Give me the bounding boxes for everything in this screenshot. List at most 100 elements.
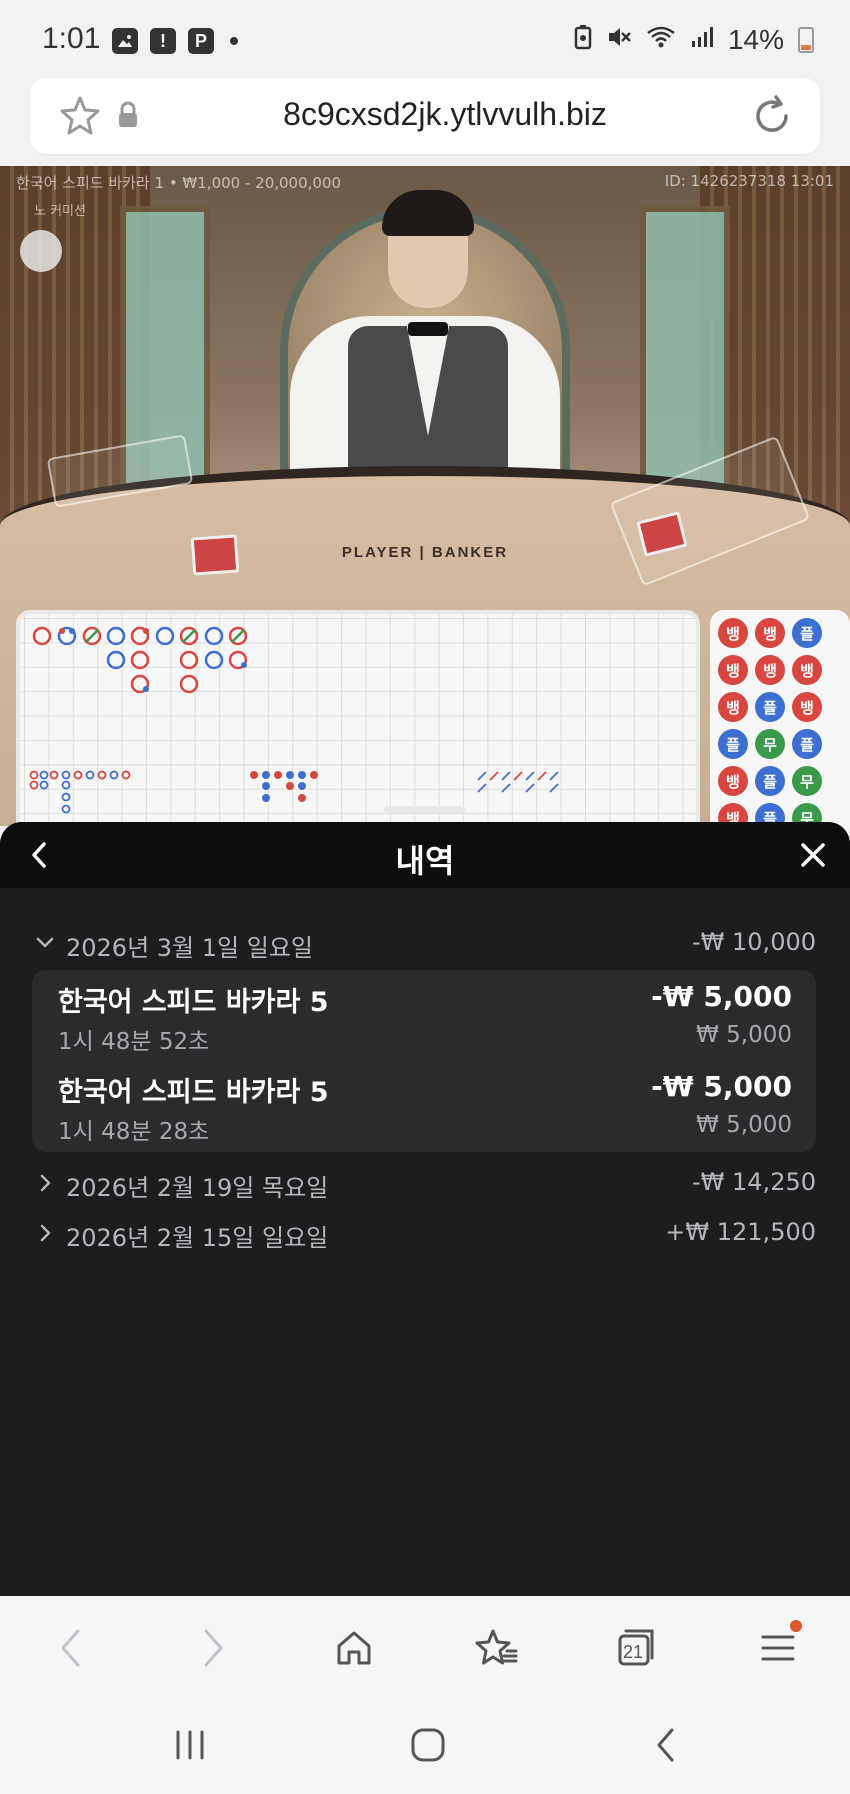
more-notifications-dot [230,37,238,45]
sheet-drag-handle[interactable] [384,806,466,813]
pair-dot [143,686,149,692]
road-mark [204,650,224,670]
video-control-button[interactable] [20,230,62,272]
day-date: 2026년 3월 1일 일요일 [66,934,313,962]
dot-road-mark [298,794,306,802]
dealer-bowtie [408,322,448,336]
tabs-count: 21 [622,1641,644,1662]
road-mark [179,674,199,694]
back-arrow-icon [657,1728,674,1762]
bet-stake: ₩ 5,000 [696,1022,792,1048]
cockroach-mark [477,783,487,793]
bet-game-name: 한국어 스피드 바카라 5 [58,1077,329,1108]
bead-road-cell: 플 [755,692,785,722]
cockroach-mark [477,771,487,781]
bet-game-name: 한국어 스피드 바카라 5 [58,987,329,1018]
table-info: 한국어 스피드 바카라 1 • ₩1,000 - 20,000,000 [16,174,342,192]
close-icon [801,843,825,867]
small-road-mark [109,770,119,780]
bead-road-cell: 뱅 [718,655,748,685]
pair-dot [59,628,65,634]
road-mark [32,626,52,646]
commission-label: 노 커미션 [34,204,86,219]
close-button[interactable] [790,832,836,878]
alert-icon: ! [150,28,176,54]
chevron-left-icon [61,1629,80,1667]
forward-nav-button[interactable] [186,1620,242,1676]
day-group-header[interactable]: 2026년 2월 15일 일요일 +₩ 121,500 [30,1214,816,1254]
dot-road-mark [310,771,318,779]
cockroach-mark [549,783,559,793]
bead-road-cell: 뱅 [755,618,785,648]
parking-icon: P [188,28,214,54]
url-text[interactable]: 8c9cxsd2jk.ytlvvulh.biz [170,96,720,133]
pair-dot [69,628,75,634]
day-date: 2026년 2월 19일 목요일 [66,1174,329,1202]
bead-road-cell: 플 [792,729,822,759]
small-road-mark [73,770,83,780]
status-bar: 1:01 ! P 14% [0,0,850,78]
tie-mark [85,629,99,643]
sheet-title: 내역 [395,842,455,880]
day-group-header[interactable]: 2026년 3월 1일 일요일 -₩ 10,000 [30,924,816,964]
system-icons: 14% [574,24,814,56]
home-nav-button[interactable] [398,1720,458,1770]
wifi-icon [646,25,676,55]
dot-road-mark [286,771,294,779]
tabs-button[interactable]: 21 [608,1620,664,1676]
image-icon [112,28,138,54]
battery-saver-icon [574,24,592,56]
bet-item[interactable]: 한국어 스피드 바카라 5 1시 48분 52초 -₩ 5,000 ₩ 5,00… [58,980,792,1060]
dot-road-mark [274,771,282,779]
pair-dot [143,628,149,634]
round-id: ID: 1426237318 13:01 [664,172,834,190]
lock-icon[interactable] [116,100,140,130]
home-icon [337,1631,371,1665]
dot-road-mark [286,782,294,790]
cockroach-mark [501,771,511,781]
battery-icon [798,27,814,53]
cockroach-mark [489,771,499,781]
road-marks [29,626,559,814]
status-time: 1:01 [42,22,101,55]
small-road-mark [61,780,71,790]
home-button[interactable] [326,1620,382,1676]
bead-road-cell: 뱅 [718,766,748,796]
day-total: -₩ 10,000 [692,928,816,956]
chevron-down-icon [36,937,54,948]
bet-item[interactable]: 한국어 스피드 바카라 5 1시 48분 28초 -₩ 5,000 ₩ 5,00… [58,1070,792,1150]
small-road-mark [121,770,131,780]
small-road-mark [61,770,71,780]
road-mark [106,650,126,670]
chevron-right-icon [40,1224,51,1242]
browser-toolbar: 21 [0,1596,850,1696]
notification-dot [790,1620,802,1632]
playing-card [190,534,240,576]
recent-apps-button[interactable] [160,1720,220,1770]
address-bar[interactable]: 8c9cxsd2jk.ytlvvulh.biz [30,78,820,154]
mute-icon [606,25,632,55]
bead-road-cell: 뱅 [792,692,822,722]
dot-road-mark [262,794,270,802]
tie-mark [182,629,196,643]
menu-button[interactable] [750,1620,806,1676]
bet-list: 한국어 스피드 바카라 5 1시 48분 52초 -₩ 5,000 ₩ 5,00… [32,970,816,1152]
home-circle-icon [411,1728,445,1762]
bookmark-star-icon[interactable] [58,94,102,138]
day-group-header[interactable]: 2026년 2월 19일 목요일 -₩ 14,250 [30,1164,816,1204]
dot-road-mark [250,771,258,779]
dot-road-mark [298,782,306,790]
cockroach-mark [501,783,511,793]
bookmarks-button[interactable] [468,1620,524,1676]
bead-road-cell: 뱅 [755,655,785,685]
back-system-button[interactable] [636,1720,696,1770]
bookmark-list-icon [475,1629,518,1665]
cockroach-mark [525,771,535,781]
bead-road-cell: 뱅 [792,655,822,685]
back-nav-button[interactable] [42,1620,98,1676]
bead-road-cell: 플 [755,766,785,796]
dot-road-mark [298,771,306,779]
day-date: 2026년 2월 15일 일요일 [66,1224,329,1252]
reload-icon[interactable] [750,94,794,138]
chevron-right-icon [40,1174,51,1192]
